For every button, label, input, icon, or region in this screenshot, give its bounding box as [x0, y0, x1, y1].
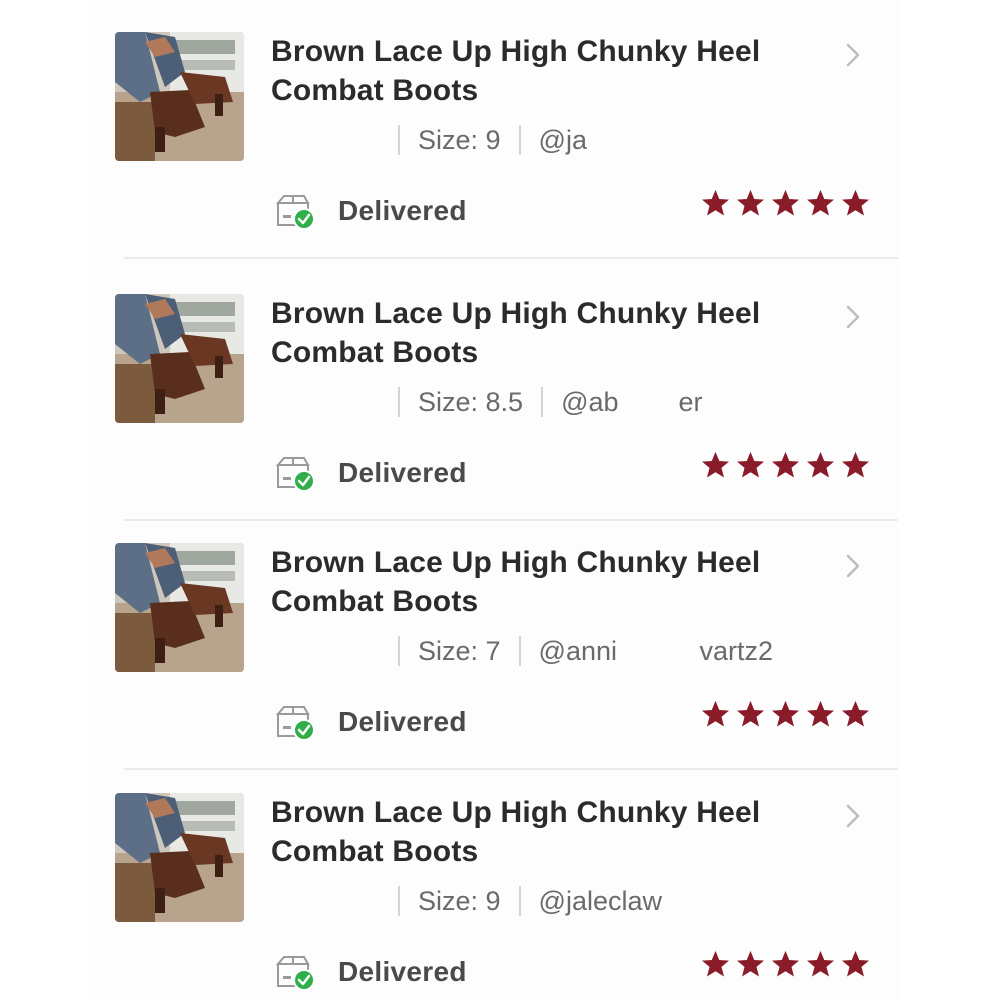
- star-icon: [807, 451, 834, 478]
- order-item[interactable]: Brown Lace Up High Chunky Heel Combat Bo…: [88, 262, 898, 524]
- star-icon: [842, 700, 869, 727]
- delivered-box-check-icon: [275, 195, 315, 230]
- divider: [124, 257, 898, 259]
- star-icon: [772, 700, 799, 727]
- status-label: Delivered: [338, 457, 467, 488]
- meta-divider: [398, 387, 400, 417]
- order-meta: Size: 7 @anni vartz2: [398, 633, 773, 669]
- delivered-box-check-icon: [275, 457, 315, 492]
- rating-stars: [700, 450, 871, 480]
- status-label: Delivered: [338, 956, 467, 987]
- star-icon: [807, 950, 834, 977]
- product-title[interactable]: Brown Lace Up High Chunky Heel Combat Bo…: [271, 294, 811, 372]
- size-label: Size: 9: [418, 885, 501, 916]
- order-meta: Size: 8.5 @ab er: [398, 384, 703, 420]
- chevron-right-icon[interactable]: [840, 42, 866, 68]
- product-title-line2: Combat Boots: [271, 585, 479, 618]
- delivered-box-check-icon: [275, 706, 315, 741]
- meta-divider: [541, 387, 544, 417]
- star-icon: [737, 189, 764, 216]
- orders-list: Brown Lace Up High Chunky Heel Combat Bo…: [88, 0, 898, 1000]
- product-thumbnail[interactable]: [115, 543, 244, 672]
- star-icon: [737, 700, 764, 727]
- meta-divider: [398, 636, 400, 666]
- star-icon: [737, 950, 764, 977]
- star-icon: [807, 189, 834, 216]
- star-icon: [842, 189, 869, 216]
- product-thumbnail[interactable]: [115, 793, 244, 922]
- seller-handle[interactable]: @ja: [539, 125, 587, 156]
- order-item[interactable]: Brown Lace Up High Chunky Heel Combat Bo…: [88, 0, 898, 262]
- status-label: Delivered: [338, 195, 467, 226]
- meta-divider: [518, 636, 521, 666]
- rating-stars: [700, 188, 871, 218]
- size-label: Size: 8.5: [418, 386, 524, 417]
- star-icon: [702, 700, 729, 727]
- star-icon: [772, 451, 799, 478]
- chevron-right-icon[interactable]: [840, 803, 866, 829]
- seller-handle[interactable]: @anni vartz2: [539, 636, 774, 667]
- chevron-right-icon[interactable]: [840, 553, 866, 579]
- star-icon: [702, 950, 729, 977]
- meta-divider: [518, 886, 521, 916]
- delivery-status: Delivered: [274, 453, 467, 493]
- product-thumbnail[interactable]: [115, 294, 244, 423]
- product-title[interactable]: Brown Lace Up High Chunky Heel Combat Bo…: [271, 32, 811, 110]
- meta-divider: [398, 886, 400, 916]
- order-meta: Size: 9 @ja: [398, 122, 587, 158]
- rating-stars: [700, 949, 871, 979]
- product-title-line1: Brown Lace Up High Chunky Heel: [271, 546, 761, 579]
- delivery-status: Delivered: [274, 191, 467, 231]
- product-title-line1: Brown Lace Up High Chunky Heel: [271, 796, 761, 829]
- star-icon: [702, 451, 729, 478]
- meta-divider: [398, 125, 400, 155]
- star-icon: [737, 451, 764, 478]
- size-label: Size: 9: [418, 124, 501, 155]
- seller-handle[interactable]: @jaleclaw: [539, 886, 662, 917]
- product-title[interactable]: Brown Lace Up High Chunky Heel Combat Bo…: [271, 543, 811, 621]
- delivered-box-check-icon: [275, 956, 315, 991]
- order-item[interactable]: Brown Lace Up High Chunky Heel Combat Bo…: [88, 761, 898, 1000]
- delivery-status: Delivered: [274, 702, 467, 742]
- product-title-line1: Brown Lace Up High Chunky Heel: [271, 297, 761, 330]
- meta-divider: [518, 125, 521, 155]
- order-meta: Size: 9 @jaleclaw: [398, 883, 662, 919]
- product-title-line2: Combat Boots: [271, 336, 479, 369]
- star-icon: [772, 189, 799, 216]
- star-icon: [807, 700, 834, 727]
- star-icon: [702, 189, 729, 216]
- seller-handle[interactable]: @ab er: [561, 387, 702, 418]
- product-title-line1: Brown Lace Up High Chunky Heel: [271, 35, 761, 68]
- delivery-status: Delivered: [274, 952, 467, 992]
- order-item[interactable]: Brown Lace Up High Chunky Heel Combat Bo…: [88, 511, 898, 773]
- product-title-line2: Combat Boots: [271, 835, 479, 868]
- product-thumbnail[interactable]: [115, 32, 244, 161]
- star-icon: [842, 451, 869, 478]
- chevron-right-icon[interactable]: [840, 304, 866, 330]
- star-icon: [842, 950, 869, 977]
- rating-stars: [700, 699, 871, 729]
- product-title[interactable]: Brown Lace Up High Chunky Heel Combat Bo…: [271, 793, 811, 871]
- status-label: Delivered: [338, 706, 467, 737]
- size-label: Size: 7: [418, 635, 501, 666]
- orders-screen: Brown Lace Up High Chunky Heel Combat Bo…: [0, 0, 1000, 1000]
- star-icon: [772, 950, 799, 977]
- product-title-line2: Combat Boots: [271, 74, 479, 107]
